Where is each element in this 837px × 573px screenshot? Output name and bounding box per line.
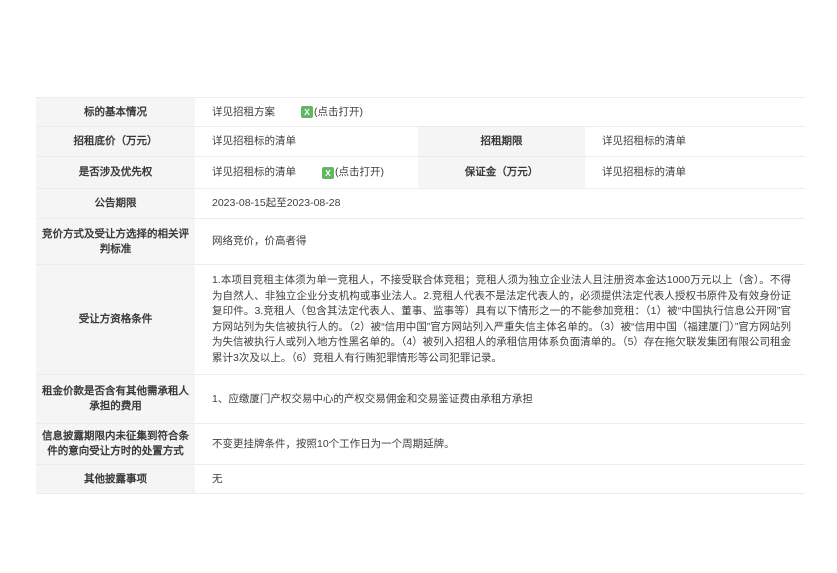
row-label: 信息披露期限内未征集到符合条件的意向受让方时的处置方式 bbox=[36, 424, 195, 464]
row-label: 受让方资格条件 bbox=[36, 265, 195, 374]
row-value-secondary-text: 详见招租标的清单 bbox=[602, 165, 686, 180]
row-label: 招租底价（万元） bbox=[36, 127, 195, 156]
table-row-extension-policy: 信息披露期限内未征集到符合条件的意向受让方时的处置方式 不变更挂牌条件，按照10… bbox=[36, 424, 805, 465]
row-value-secondary-cell: 详见招租标的清单 bbox=[585, 127, 805, 156]
row-value-cell: 1.本项目竞租主体须为单一竞租人，不接受联合体竞租；竞租人须为独立企业法人且注册… bbox=[195, 265, 805, 374]
row-value-cell: 详见招租标的清单 X (点击打开) bbox=[195, 157, 418, 188]
attachment-link[interactable]: X (点击打开) bbox=[322, 165, 384, 180]
row-label: 公告期限 bbox=[36, 189, 195, 218]
row-label: 标的基本情况 bbox=[36, 98, 195, 126]
click-to-open-link[interactable]: (点击打开) bbox=[335, 165, 384, 180]
row-value-text: 详见招租标的清单 bbox=[212, 134, 296, 149]
row-label: 其他披露事项 bbox=[36, 465, 195, 493]
row-value-secondary-text: 详见招租标的清单 bbox=[602, 134, 686, 149]
table-row-additional-fees: 租金价款是否含有其他需承租人承担的费用 1、应缴厦门产权交易中心的产权交易佣金和… bbox=[36, 375, 805, 424]
excel-file-icon[interactable]: X bbox=[301, 106, 313, 118]
row-value-text: 1、应缴厦门产权交易中心的产权交易佣金和交易鉴证费由承租方承担 bbox=[212, 392, 533, 407]
table-row-bidding-method: 竞价方式及受让方选择的相关评判标准 网络竞价，价高者得 bbox=[36, 219, 805, 265]
attachment-link[interactable]: X (点击打开) bbox=[301, 105, 363, 120]
rental-disclosure-table: 标的基本情况 详见招租方案 X (点击打开) 招租底价（万元） 详见招租标的清单… bbox=[36, 97, 805, 494]
table-row-transferee-qualification: 受让方资格条件 1.本项目竞租主体须为单一竞租人，不接受联合体竞租；竞租人须为独… bbox=[36, 265, 805, 375]
row-value-text: 无 bbox=[212, 472, 223, 487]
row-label-secondary: 招租期限 bbox=[418, 127, 585, 156]
row-value-text: 网络竞价，价高者得 bbox=[212, 234, 307, 249]
row-value-cell: 1、应缴厦门产权交易中心的产权交易佣金和交易鉴证费由承租方承担 bbox=[195, 375, 805, 423]
row-value-cell: 详见招租标的清单 bbox=[195, 127, 418, 156]
row-label-secondary: 保证金（万元） bbox=[418, 157, 585, 188]
row-value-text: 详见招租标的清单 bbox=[212, 165, 296, 180]
row-label: 竞价方式及受让方选择的相关评判标准 bbox=[36, 219, 195, 264]
row-value-cell: 详见招租方案 X (点击打开) bbox=[195, 98, 805, 126]
click-to-open-link[interactable]: (点击打开) bbox=[314, 105, 363, 120]
row-value-cell: 不变更挂牌条件，按照10个工作日为一个周期延牌。 bbox=[195, 424, 805, 464]
table-row-other-disclosures: 其他披露事项 无 bbox=[36, 465, 805, 494]
row-value-text: 不变更挂牌条件，按照10个工作日为一个周期延牌。 bbox=[212, 437, 455, 452]
table-row-priority-right-and-deposit: 是否涉及优先权 详见招租标的清单 X (点击打开) 保证金（万元） 详见招租标的… bbox=[36, 157, 805, 189]
row-value-text: 详见招租方案 bbox=[212, 105, 275, 120]
row-label: 是否涉及优先权 bbox=[36, 157, 195, 188]
row-value-cell: 网络竞价，价高者得 bbox=[195, 219, 805, 264]
row-value-cell: 无 bbox=[195, 465, 805, 493]
table-row-base-price-and-term: 招租底价（万元） 详见招租标的清单 招租期限 详见招租标的清单 bbox=[36, 127, 805, 157]
row-value-text: 2023-08-15起至2023-08-28 bbox=[212, 196, 340, 211]
excel-file-icon[interactable]: X bbox=[322, 167, 334, 179]
row-value-cell: 2023-08-15起至2023-08-28 bbox=[195, 189, 805, 218]
table-row-subject-basic-info: 标的基本情况 详见招租方案 X (点击打开) bbox=[36, 98, 805, 127]
rental-announcement-page: 标的基本情况 详见招租方案 X (点击打开) 招租底价（万元） 详见招租标的清单… bbox=[0, 0, 837, 573]
table-row-announcement-period: 公告期限 2023-08-15起至2023-08-28 bbox=[36, 189, 805, 219]
row-value-secondary-cell: 详见招租标的清单 bbox=[585, 157, 805, 188]
row-label: 租金价款是否含有其他需承租人承担的费用 bbox=[36, 375, 195, 423]
